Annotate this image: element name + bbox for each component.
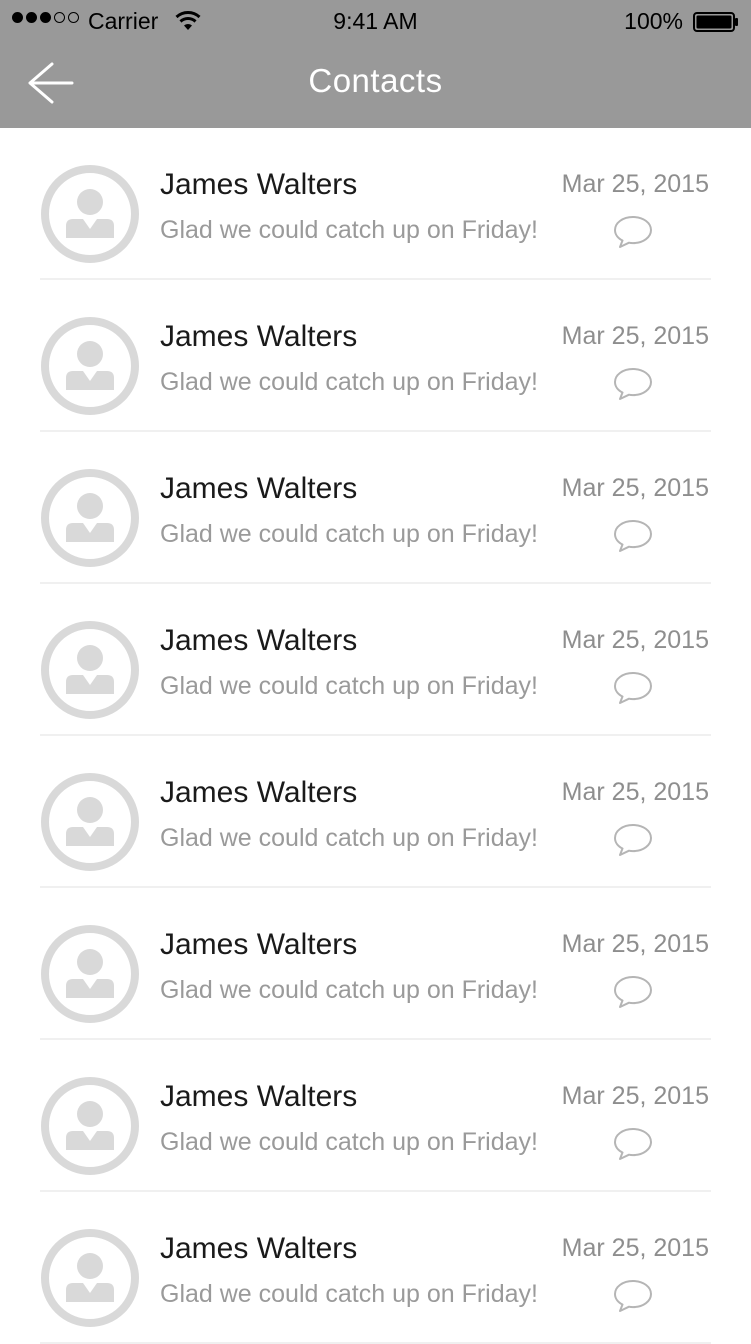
contact-name: James Walters xyxy=(160,624,358,657)
message-preview: Glad we could catch up on Friday! xyxy=(160,216,538,244)
message-preview: Glad we could catch up on Friday! xyxy=(160,672,538,700)
avatar-placeholder-icon xyxy=(41,469,139,567)
header: Carrier 9:41 AM 100% Contacts xyxy=(0,0,751,128)
message-date: Mar 25, 2015 xyxy=(561,474,709,502)
status-bar: Carrier 9:41 AM 100% xyxy=(0,0,751,42)
chat-bubble-icon[interactable] xyxy=(612,822,654,858)
battery-percentage: 100% xyxy=(624,8,683,34)
navigation-bar: Contacts xyxy=(0,42,751,128)
chat-bubble-icon[interactable] xyxy=(612,1278,654,1314)
message-date: Mar 25, 2015 xyxy=(561,1234,709,1262)
contacts-list: James Walters Mar 25, 2015 Glad we could… xyxy=(0,128,751,1344)
avatar-placeholder-icon xyxy=(41,165,139,263)
message-preview: Glad we could catch up on Friday! xyxy=(160,1128,538,1156)
contact-name: James Walters xyxy=(160,1080,358,1113)
message-preview: Glad we could catch up on Friday! xyxy=(160,520,538,548)
contact-row[interactable]: James Walters Mar 25, 2015 Glad we could… xyxy=(0,432,751,584)
contact-row[interactable]: James Walters Mar 25, 2015 Glad we could… xyxy=(0,1192,751,1344)
contact-row[interactable]: James Walters Mar 25, 2015 Glad we could… xyxy=(0,736,751,888)
contact-name: James Walters xyxy=(160,1232,358,1265)
contact-row[interactable]: James Walters Mar 25, 2015 Glad we could… xyxy=(0,1040,751,1192)
chat-bubble-icon[interactable] xyxy=(612,670,654,706)
message-date: Mar 25, 2015 xyxy=(561,1082,709,1110)
chat-bubble-icon[interactable] xyxy=(612,518,654,554)
avatar-placeholder-icon xyxy=(41,925,139,1023)
chat-bubble-icon[interactable] xyxy=(612,1126,654,1162)
message-date: Mar 25, 2015 xyxy=(561,322,709,350)
chat-bubble-icon[interactable] xyxy=(612,366,654,402)
message-date: Mar 25, 2015 xyxy=(561,626,709,654)
avatar-placeholder-icon xyxy=(41,1229,139,1327)
contact-row[interactable]: James Walters Mar 25, 2015 Glad we could… xyxy=(0,888,751,1040)
avatar-placeholder-icon xyxy=(41,1077,139,1175)
battery-icon xyxy=(693,12,738,32)
message-preview: Glad we could catch up on Friday! xyxy=(160,976,538,1004)
message-preview: Glad we could catch up on Friday! xyxy=(160,1280,538,1308)
contact-name: James Walters xyxy=(160,776,358,809)
contact-row[interactable]: James Walters Mar 25, 2015 Glad we could… xyxy=(0,128,751,280)
avatar-placeholder-icon xyxy=(41,621,139,719)
message-date: Mar 25, 2015 xyxy=(561,930,709,958)
message-preview: Glad we could catch up on Friday! xyxy=(160,368,538,396)
avatar-placeholder-icon xyxy=(41,773,139,871)
contact-name: James Walters xyxy=(160,168,358,201)
chat-bubble-icon[interactable] xyxy=(612,974,654,1010)
contact-name: James Walters xyxy=(160,928,358,961)
contact-name: James Walters xyxy=(160,320,358,353)
message-date: Mar 25, 2015 xyxy=(561,778,709,806)
message-preview: Glad we could catch up on Friday! xyxy=(160,824,538,852)
page-title: Contacts xyxy=(308,62,443,99)
contact-row[interactable]: James Walters Mar 25, 2015 Glad we could… xyxy=(0,584,751,736)
avatar-placeholder-icon xyxy=(41,317,139,415)
contact-name: James Walters xyxy=(160,472,358,505)
message-date: Mar 25, 2015 xyxy=(561,170,709,198)
contact-row[interactable]: James Walters Mar 25, 2015 Glad we could… xyxy=(0,280,751,432)
chat-bubble-icon[interactable] xyxy=(612,214,654,250)
